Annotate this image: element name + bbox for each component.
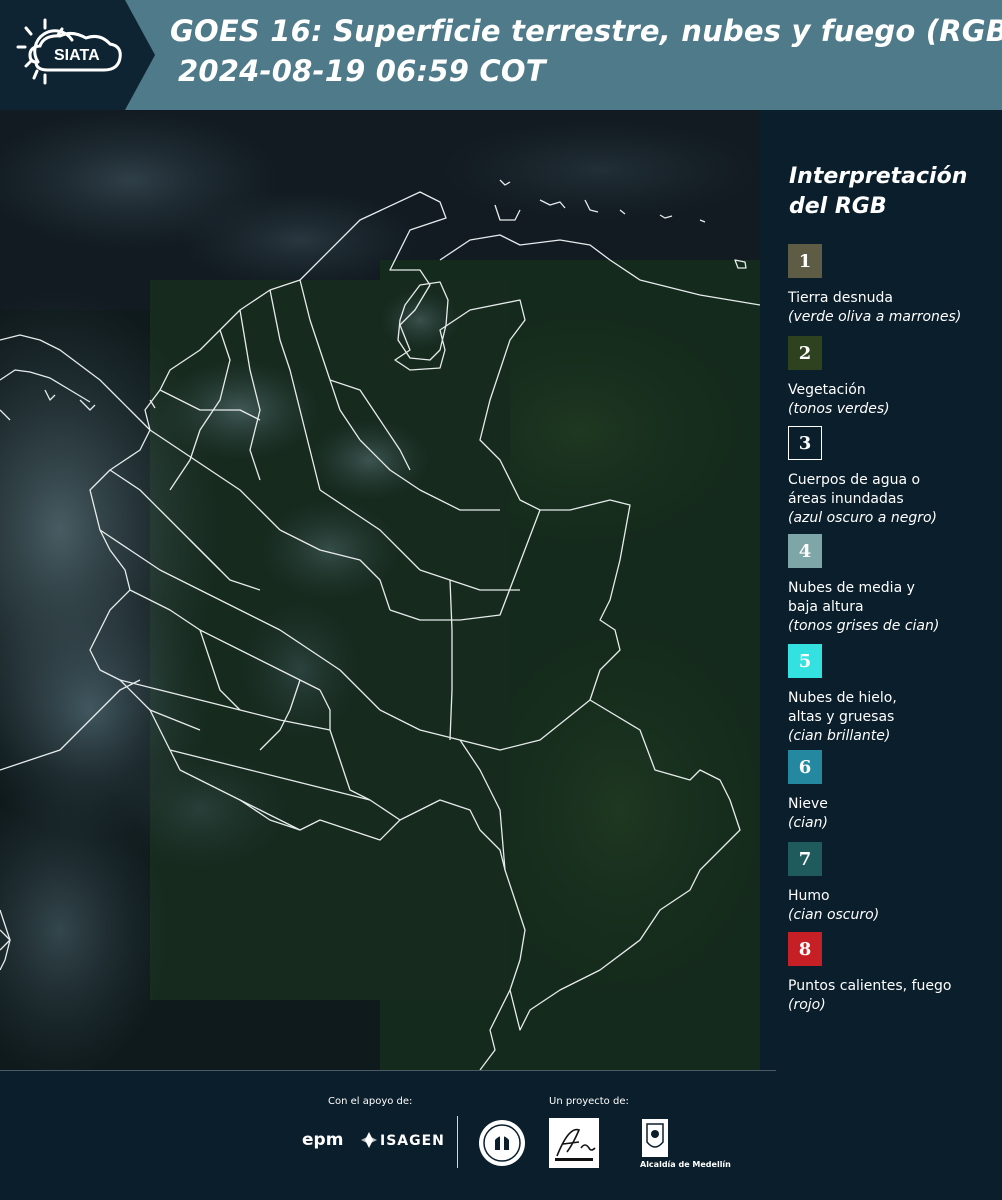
legend-number: 5 [798, 650, 812, 672]
legend-title: Interpretación del RGB [789, 164, 968, 219]
isagen-icon [361, 1132, 377, 1148]
legend-number: 2 [798, 342, 812, 364]
legend-label: Cuerpos de agua o áreas inundadas [788, 472, 921, 507]
legend-swatch: 3 [788, 426, 822, 460]
legend-item-ice-clouds: 5 Nubes de hielo, altas y gruesas (cian … [788, 644, 998, 746]
area-metropolitana-logo[interactable] [549, 1118, 599, 1168]
rgb-legend: Interpretación del RGB 1 Tierra desnuda … [760, 110, 1002, 1070]
siata-logo-text: SIATA [54, 47, 100, 64]
legend-description: (cian oscuro) [788, 907, 880, 923]
legend-swatch: 1 [788, 244, 822, 278]
legend-number: 4 [798, 540, 812, 562]
legend-number: 1 [798, 250, 812, 272]
legend-description: (azul oscuro a negro) [788, 510, 937, 526]
legend-description: (cian brillante) [788, 728, 891, 744]
header-bar: SIATA GOES 16: Superficie terrestre, nub… [0, 0, 1002, 110]
support-label: Con el apoyo de: [328, 1096, 413, 1107]
legend-description: (cian) [788, 815, 828, 831]
alcaldia-shield-icon[interactable] [640, 1118, 670, 1158]
legend-item-low-clouds: 4 Nubes de media y baja altura (tonos gr… [788, 534, 998, 636]
legend-description: (verde oliva a marrones) [788, 309, 962, 325]
legend-swatch: 6 [788, 750, 822, 784]
legend-number: 7 [798, 848, 812, 870]
satellite-map[interactable] [0, 110, 760, 1070]
alcaldia-label: Alcaldía de Medellín [640, 1160, 731, 1169]
legend-item-bare-land: 1 Tierra desnuda (verde oliva a marrones… [788, 244, 998, 327]
legend-swatch: 5 [788, 644, 822, 678]
legend-swatch: 7 [788, 842, 822, 876]
area-metropolitana-icon [555, 1128, 596, 1161]
legend-item-fire: 8 Puntos calientes, fuego (rojo) [788, 932, 998, 1015]
legend-label: Nubes de media y baja altura [788, 580, 915, 615]
legend-item-snow: 6 Nieve (cian) [788, 750, 998, 833]
legend-description: (rojo) [788, 997, 826, 1013]
isagen-logo[interactable]: ISAGEN [380, 1133, 445, 1149]
legend-swatch: 2 [788, 336, 822, 370]
legend-description: (tonos grises de cian) [788, 618, 940, 634]
satellite-image [0, 110, 760, 1070]
legend-label: Puntos calientes, fuego [788, 978, 952, 994]
legend-description: (tonos verdes) [788, 401, 890, 417]
footer-divider-line [0, 1070, 776, 1071]
legend-label: Nubes de hielo, altas y gruesas [788, 690, 897, 725]
siata-logo[interactable]: SIATA [0, 0, 155, 110]
legend-label: Humo [788, 888, 830, 904]
legend-swatch: 4 [788, 534, 822, 568]
project-label: Un proyecto de: [549, 1096, 629, 1107]
timestamp-title: 2024-08-19 06:59 COT [178, 54, 546, 88]
epm-logo[interactable]: epm [302, 1130, 343, 1150]
page-title: GOES 16: Superficie terrestre, nubes y f… [170, 14, 1002, 48]
legend-label: Nieve [788, 796, 828, 812]
legend-item-vegetation: 2 Vegetación (tonos verdes) [788, 336, 998, 419]
legend-swatch: 8 [788, 932, 822, 966]
legend-item-smoke: 7 Humo (cian oscuro) [788, 842, 998, 925]
footer-vertical-divider [457, 1116, 458, 1168]
legend-number: 3 [798, 432, 812, 454]
university-seal-icon[interactable] [477, 1118, 527, 1168]
legend-label: Tierra desnuda [788, 290, 893, 306]
legend-number: 8 [798, 938, 812, 960]
legend-item-water: 3 Cuerpos de agua o áreas inundadas (azu… [788, 426, 998, 528]
siata-logo-icon: SIATA [0, 0, 155, 110]
legend-number: 6 [798, 756, 812, 778]
legend-label: Vegetación [788, 382, 866, 398]
